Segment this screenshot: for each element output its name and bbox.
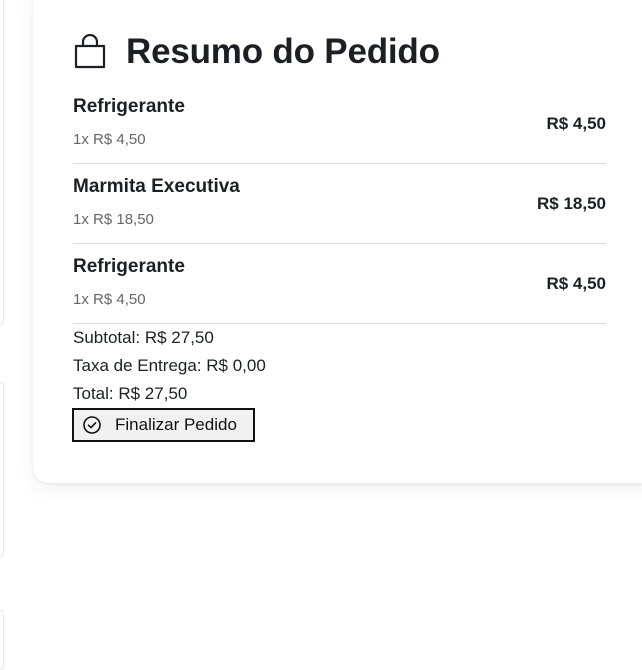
left-card-edge xyxy=(0,610,4,670)
item-detail: 1x R$ 4,50 xyxy=(73,131,146,148)
summary-header: Resumo do Pedido xyxy=(73,32,440,72)
shopping-bag-icon xyxy=(74,34,106,69)
list-item: Refrigerante 1x R$ 4,50 R$ 4,50 xyxy=(73,244,606,324)
finalize-order-button[interactable]: Finalizar Pedido xyxy=(72,408,255,442)
item-price: R$ 4,50 xyxy=(546,274,606,293)
list-item: Refrigerante 1x R$ 4,50 R$ 4,50 xyxy=(73,84,606,164)
left-card-edge xyxy=(0,0,4,325)
item-detail: 1x R$ 18,50 xyxy=(73,211,154,228)
order-items-list: Refrigerante 1x R$ 4,50 R$ 4,50 Marmita … xyxy=(73,84,606,324)
list-item: Marmita Executiva 1x R$ 18,50 R$ 18,50 xyxy=(73,164,606,244)
subtotal-text: Subtotal: R$ 27,50 xyxy=(73,328,214,347)
check-circle-icon xyxy=(83,416,101,434)
item-name: Refrigerante xyxy=(73,96,185,117)
item-detail: 1x R$ 4,50 xyxy=(73,291,146,308)
item-price: R$ 4,50 xyxy=(546,114,606,133)
item-price: R$ 18,50 xyxy=(537,194,606,213)
order-totals: Subtotal: R$ 27,50 Taxa de Entrega: R$ 0… xyxy=(73,326,266,410)
finalize-order-label: Finalizar Pedido xyxy=(115,415,237,434)
page-title: Resumo do Pedido xyxy=(126,32,440,71)
total-text: Total: R$ 27,50 xyxy=(73,384,188,403)
delivery-fee-text: Taxa de Entrega: R$ 0,00 xyxy=(73,356,266,375)
item-name: Refrigerante xyxy=(73,256,185,277)
item-name: Marmita Executiva xyxy=(73,176,240,197)
left-card-edge xyxy=(0,382,4,557)
